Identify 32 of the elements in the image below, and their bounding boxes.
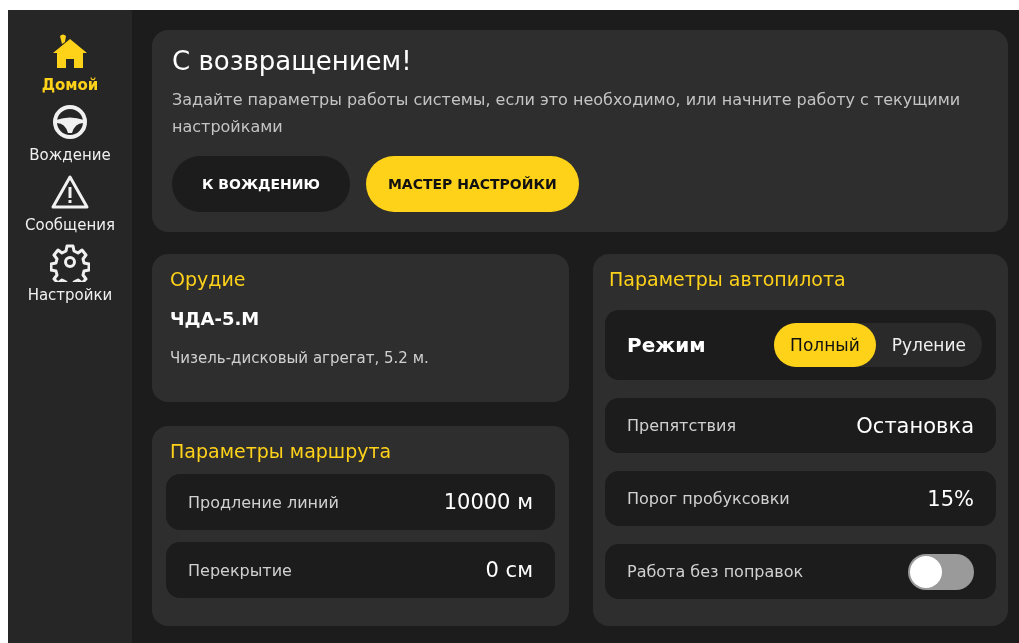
setting-value: 0 см xyxy=(485,558,533,582)
setting-label: Препятствия xyxy=(627,416,736,435)
setting-label: Перекрытие xyxy=(188,560,292,580)
setting-label: Режим xyxy=(627,333,706,357)
implement-description: Чизель-дисковый агрегат, 5.2 м. xyxy=(170,349,430,367)
settings-icon xyxy=(50,242,90,282)
toggle-switch[interactable] xyxy=(908,553,974,590)
card-title: Параметры автопилота xyxy=(608,268,847,290)
nav-item[interactable]: Вождение xyxy=(29,100,111,166)
setting-label: Порог пробуксовки xyxy=(627,489,790,508)
card-title: Параметры маршрута xyxy=(169,440,393,462)
mode-option[interactable]: Полный xyxy=(774,323,876,367)
welcome-text: Задайте параметры работы системы, если это необходимо, или начните работу с текущими настройками xyxy=(172,89,962,138)
setting-value: 15% xyxy=(927,486,974,511)
mode-option[interactable]: Руление xyxy=(875,323,982,367)
nav-item[interactable]: Настройки xyxy=(27,240,113,306)
setting-row[interactable]: Продление линий 10000 м xyxy=(166,474,555,530)
setting-value: 10000 м xyxy=(443,490,533,514)
setting-value: Остановка xyxy=(856,413,974,438)
setting-label: Продление линий xyxy=(188,492,339,512)
steering-wheel-icon xyxy=(50,102,90,142)
drive-button[interactable]: К ВОЖДЕНИЮ xyxy=(172,156,350,212)
setting-label: Работа без поправок xyxy=(627,562,804,581)
implement-name: ЧДА-5.М xyxy=(170,308,261,329)
setting-row[interactable]: Перекрытие 0 см xyxy=(166,542,555,598)
nav-item[interactable]: Сообщения xyxy=(25,170,115,236)
setup-wizard-button[interactable]: МАСТЕР НАСТРОЙКИ xyxy=(365,156,579,212)
setting-row[interactable]: Препятствия Остановка xyxy=(605,398,996,453)
setting-row[interactable]: Порог пробуксовки 15% xyxy=(605,471,996,526)
nav-item[interactable]: Домой xyxy=(41,30,99,96)
welcome-title: С возвращением! xyxy=(172,46,413,76)
card-title: Орудие xyxy=(170,268,247,290)
